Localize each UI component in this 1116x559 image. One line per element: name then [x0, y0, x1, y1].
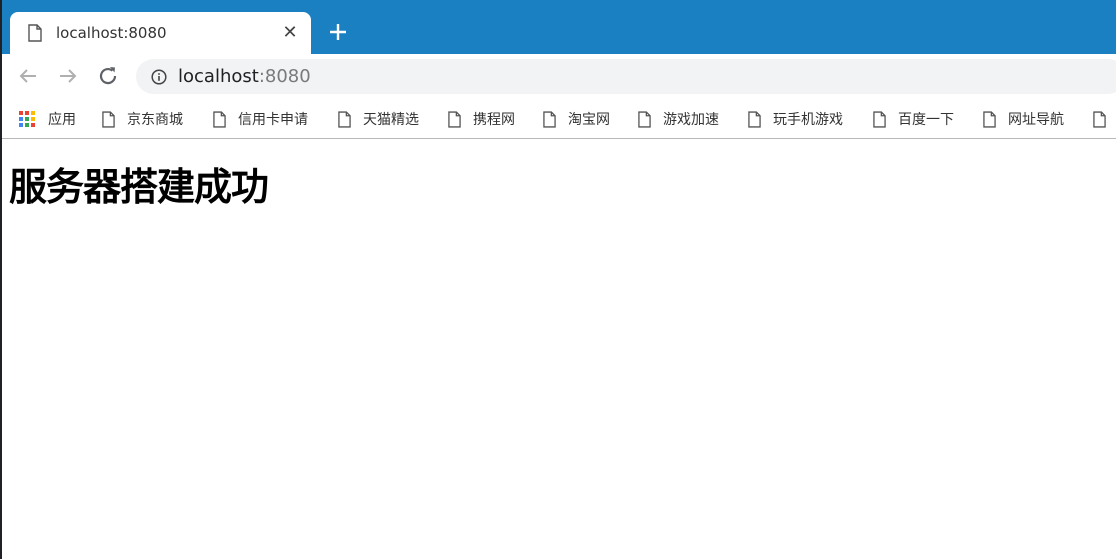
bookmark-item[interactable]: 天猫精选: [338, 108, 419, 130]
bookmark-item[interactable]: [1093, 108, 1116, 130]
address-bar[interactable]: localhost:8080: [136, 59, 1116, 94]
close-icon[interactable]: ✕: [280, 23, 300, 43]
apps-grid-icon: [19, 111, 35, 127]
bookmark-item[interactable]: 玩手机游戏: [748, 108, 843, 130]
file-icon: [983, 110, 996, 128]
reload-icon[interactable]: [96, 64, 120, 88]
tab-strip: localhost:8080 ✕: [2, 0, 1116, 54]
bookmark-label: 应用: [48, 112, 76, 128]
bookmark-item[interactable]: 网址导航: [983, 108, 1064, 130]
bookmark-item[interactable]: 淘宝网: [543, 108, 610, 130]
bookmark-label: 携程网: [473, 112, 515, 128]
tab-title: localhost:8080: [56, 24, 167, 42]
bookmark-label: 淘宝网: [568, 112, 610, 128]
bookmark-label: 信用卡申请: [238, 112, 308, 128]
file-icon: [448, 110, 461, 128]
bookmark-label: 玩手机游戏: [773, 112, 843, 128]
tab-localhost[interactable]: localhost:8080 ✕: [10, 12, 311, 54]
toolbar: localhost:8080: [2, 54, 1116, 99]
file-icon: [1093, 110, 1106, 128]
file-icon: [28, 24, 42, 42]
bookmark-label: 网址导航: [1008, 112, 1064, 128]
file-icon: [543, 110, 556, 128]
file-icon: [638, 110, 651, 128]
file-icon: [102, 110, 115, 128]
page-content: 服务器搭建成功: [2, 140, 1116, 559]
forward-arrow-icon[interactable]: [56, 64, 80, 88]
url-text: localhost:8080: [178, 66, 311, 87]
file-icon: [748, 110, 761, 128]
bookmark-item[interactable]: 游戏加速: [638, 108, 719, 130]
bookmark-item[interactable]: 百度一下: [873, 108, 954, 130]
plus-icon[interactable]: [326, 20, 350, 44]
file-icon: [213, 110, 226, 128]
bookmark-label: 京东商城: [127, 112, 183, 128]
browser-window: localhost:8080 ✕ localhost:8080 应用 京东商城 …: [0, 0, 1116, 559]
bookmark-item[interactable]: 京东商城: [102, 108, 183, 130]
url-host: localhost: [178, 66, 259, 87]
bookmark-item[interactable]: 携程网: [448, 108, 515, 130]
bookmarks-bar: 应用 京东商城 信用卡申请 天猫精选 携程网 淘宝网 游戏加速 玩手机游戏 百度…: [2, 99, 1116, 139]
bookmark-item[interactable]: 信用卡申请: [213, 108, 308, 130]
bookmark-label: 天猫精选: [363, 112, 419, 128]
bookmark-apps[interactable]: 应用: [18, 108, 76, 130]
bookmark-label: 百度一下: [898, 112, 954, 128]
back-arrow-icon[interactable]: [16, 64, 40, 88]
info-icon[interactable]: [151, 69, 167, 85]
page-heading: 服务器搭建成功: [9, 165, 269, 209]
url-port: :8080: [258, 66, 311, 87]
file-icon: [873, 110, 886, 128]
bookmark-label: 游戏加速: [663, 112, 719, 128]
file-icon: [338, 110, 351, 128]
